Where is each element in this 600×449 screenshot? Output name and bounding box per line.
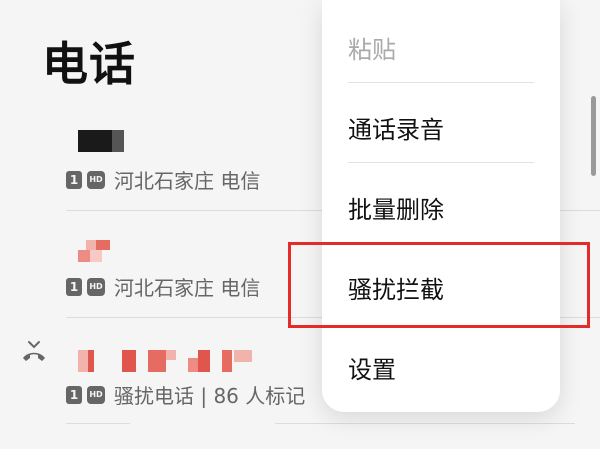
overflow-menu: 粘贴 通话录音 批量删除 骚扰拦截 设置	[322, 0, 560, 412]
scrollbar[interactable]	[591, 96, 596, 176]
menu-divider	[348, 82, 534, 83]
call-subtitle: 1 HD 河北石家庄 电信	[66, 165, 260, 194]
hd-call-icon: HD	[87, 385, 105, 404]
menu-item-paste: 粘贴	[348, 36, 396, 64]
redacted-contact-name	[78, 350, 258, 372]
call-subtitle: 1 HD 骚扰电话 | 86 人标记	[66, 380, 305, 409]
list-divider	[275, 423, 575, 424]
page-title: 电话	[42, 37, 136, 91]
menu-item-batch-delete[interactable]: 批量删除	[348, 190, 444, 225]
redacted-contact-name	[78, 240, 118, 262]
redacted-contact-name	[78, 130, 128, 152]
sim-1-icon: 1	[66, 385, 82, 404]
sim-1-icon: 1	[66, 277, 82, 296]
menu-item-settings[interactable]: 设置	[348, 350, 396, 385]
menu-item-call-recording[interactable]: 通话录音	[348, 110, 444, 145]
sim-1-icon: 1	[66, 170, 82, 189]
list-divider	[66, 423, 130, 424]
call-location: 河北石家庄 电信	[114, 169, 261, 193]
call-spam-label: 骚扰电话 | 86 人标记	[114, 384, 306, 408]
missed-call-icon	[23, 341, 45, 361]
hd-call-icon: HD	[87, 170, 105, 189]
call-location: 河北石家庄 电信	[114, 276, 261, 300]
menu-item-spam-blocking[interactable]: 骚扰拦截	[348, 270, 444, 305]
hd-call-icon: HD	[87, 277, 105, 296]
phone-app-screen: 电话 1 HD 河北石家庄 电信 1 HD 河北石家庄 电信 1 HD 骚扰电话…	[0, 0, 600, 449]
menu-divider	[348, 162, 534, 163]
call-subtitle: 1 HD 河北石家庄 电信	[66, 272, 260, 301]
